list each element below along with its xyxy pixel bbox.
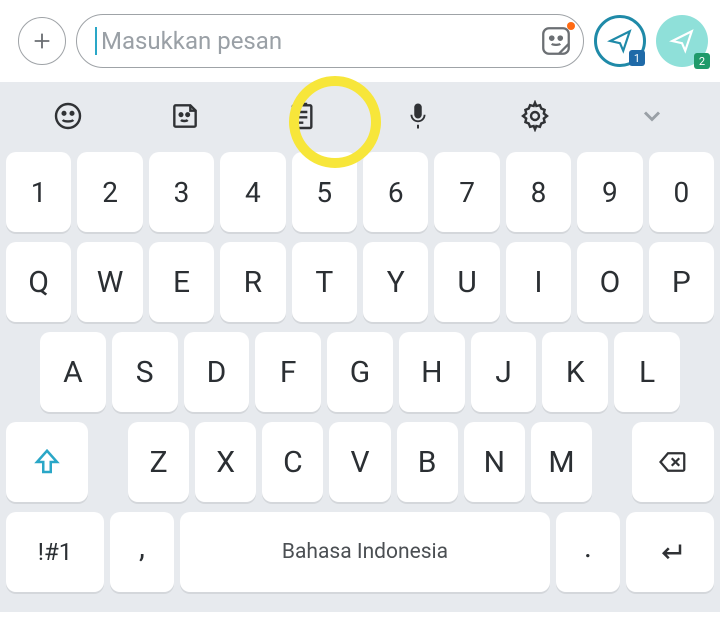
key-n[interactable]: N <box>464 422 525 502</box>
sticker-icon[interactable] <box>539 24 573 58</box>
clipboard-icon[interactable] <box>282 96 322 136</box>
row-zxcv: Z X C V B N M <box>6 422 714 502</box>
key-3[interactable]: 3 <box>149 152 214 232</box>
key-l[interactable]: L <box>614 332 680 412</box>
key-y[interactable]: Y <box>363 242 428 322</box>
backspace-key[interactable] <box>632 422 714 502</box>
space-key[interactable]: Bahasa Indonesia <box>180 512 550 592</box>
row-numbers: 1 2 3 4 5 6 7 8 9 0 <box>6 152 714 232</box>
key-5[interactable]: 5 <box>292 152 357 232</box>
compose-bar: Masukkan pesan 1 2 <box>0 0 720 82</box>
key-e[interactable]: E <box>149 242 214 322</box>
key-8[interactable]: 8 <box>506 152 571 232</box>
key-r[interactable]: R <box>220 242 285 322</box>
chevron-down-icon[interactable] <box>632 96 672 136</box>
key-d[interactable]: D <box>184 332 250 412</box>
key-1[interactable]: 1 <box>6 152 71 232</box>
key-o[interactable]: O <box>577 242 642 322</box>
key-k[interactable]: K <box>542 332 608 412</box>
row-asdf: A S D F G H J K L <box>6 332 714 412</box>
key-q[interactable]: Q <box>6 242 71 322</box>
key-u[interactable]: U <box>434 242 499 322</box>
key-9[interactable]: 9 <box>577 152 642 232</box>
send-badge-1: 1 <box>629 50 645 66</box>
message-placeholder: Masukkan pesan <box>101 27 539 55</box>
key-g[interactable]: G <box>327 332 393 412</box>
comma-key[interactable]: , <box>110 512 174 592</box>
key-i[interactable]: I <box>506 242 571 322</box>
sticker-tab-icon[interactable] <box>165 96 205 136</box>
key-0[interactable]: 0 <box>649 152 714 232</box>
gear-icon[interactable] <box>515 96 555 136</box>
key-6[interactable]: 6 <box>363 152 428 232</box>
row-bottom: !#1 , Bahasa Indonesia . <box>6 512 714 592</box>
row-qwerty: Q W E R T Y U I O P <box>6 242 714 322</box>
send-button-2[interactable]: 2 <box>656 15 708 67</box>
soft-keyboard: 1 2 3 4 5 6 7 8 9 0 Q W E R T Y U I O P … <box>0 152 720 612</box>
mic-icon[interactable] <box>398 96 438 136</box>
keyboard-toolbar <box>0 82 720 152</box>
key-z[interactable]: Z <box>128 422 189 502</box>
key-x[interactable]: X <box>195 422 256 502</box>
key-f[interactable]: F <box>255 332 321 412</box>
key-m[interactable]: M <box>531 422 592 502</box>
key-s[interactable]: S <box>112 332 178 412</box>
notification-dot <box>567 22 575 30</box>
shift-key[interactable] <box>6 422 88 502</box>
key-7[interactable]: 7 <box>434 152 499 232</box>
period-key[interactable]: . <box>556 512 620 592</box>
key-2[interactable]: 2 <box>77 152 142 232</box>
key-4[interactable]: 4 <box>220 152 285 232</box>
send-badge-2: 2 <box>694 53 710 69</box>
key-w[interactable]: W <box>77 242 142 322</box>
add-button[interactable] <box>18 17 66 65</box>
key-a[interactable]: A <box>40 332 106 412</box>
spacer <box>598 422 626 502</box>
key-c[interactable]: C <box>262 422 323 502</box>
symbols-key[interactable]: !#1 <box>6 512 104 592</box>
key-h[interactable]: H <box>399 332 465 412</box>
key-j[interactable]: J <box>471 332 537 412</box>
key-t[interactable]: T <box>292 242 357 322</box>
key-b[interactable]: B <box>397 422 458 502</box>
key-p[interactable]: P <box>649 242 714 322</box>
emoji-icon[interactable] <box>48 96 88 136</box>
key-v[interactable]: V <box>329 422 390 502</box>
spacer <box>94 422 122 502</box>
message-input[interactable]: Masukkan pesan <box>76 14 584 68</box>
enter-key[interactable] <box>626 512 714 592</box>
text-cursor <box>95 27 97 55</box>
send-button-1[interactable]: 1 <box>594 15 646 67</box>
